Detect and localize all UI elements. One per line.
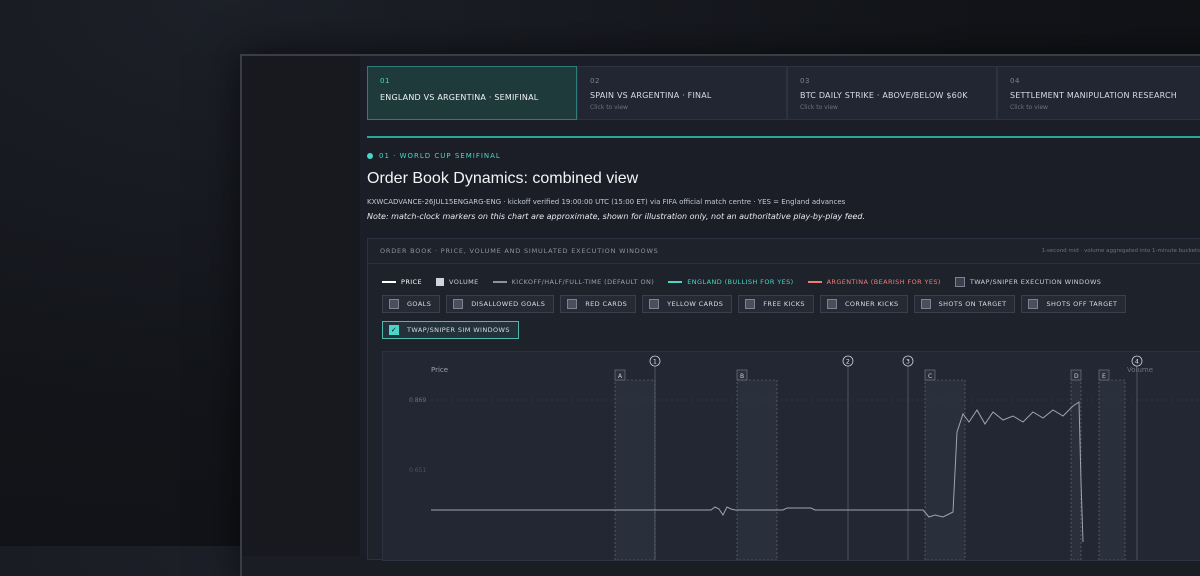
- scenario-tabs: 01 ENGLAND VS ARGENTINA · SEMIFINAL 02 S…: [367, 66, 1200, 120]
- window-label: D: [1074, 373, 1079, 380]
- y-tick: 0.869: [409, 397, 426, 404]
- legend-argentina: ARGENTINA (BEARISH FOR YES): [807, 278, 941, 286]
- checkbox-icon: [649, 299, 660, 309]
- tab-number: 04: [1010, 77, 1020, 85]
- twap-window: [736, 379, 778, 561]
- filter-corner-kicks[interactable]: CORNER KICKS: [819, 295, 908, 313]
- legend-volume: VOLUME: [436, 278, 479, 286]
- tab-title: SETTLEMENT MANIPULATION RESEARCH: [1010, 91, 1177, 100]
- legend-swatch: [954, 277, 965, 287]
- sim-filters: ✓ TWAP/SNIPER SIM WINDOWS: [382, 321, 525, 339]
- filter-label: TWAP/SNIPER SIM WINDOWS: [407, 326, 510, 334]
- panel-caption: 1-second mid · volume aggregated into 1-…: [1041, 248, 1200, 254]
- legend-label: ENGLAND (BULLISH FOR YES): [687, 278, 794, 286]
- filter-label: SHOTS ON TARGET: [938, 300, 1007, 308]
- filter-goals[interactable]: GOALS: [382, 295, 441, 313]
- checkbox-icon: [745, 299, 756, 309]
- checkbox-icon: [920, 299, 931, 309]
- checkbox-icon: [389, 299, 399, 309]
- chart-panel: ORDER BOOK · PRICE, VOLUME AND SIMULATED…: [367, 238, 1200, 561]
- y-axis-label: Price: [431, 366, 448, 374]
- legend-label: PRICE: [401, 278, 422, 286]
- section-divider: [367, 136, 1200, 138]
- legend-swatch: [807, 281, 822, 283]
- y2-axis-label: Volume: [1127, 366, 1153, 374]
- event-marker-label: 1: [653, 359, 657, 366]
- legend-price: PRICE: [382, 278, 422, 286]
- filter-shots-off-target[interactable]: SHOTS OFF TARGET: [1021, 295, 1127, 313]
- event-markers: 1 2 3 4: [649, 355, 1143, 560]
- twap-window: [614, 379, 656, 561]
- filter-label: RED CARDS: [585, 300, 628, 308]
- panel-title: ORDER BOOK · PRICE, VOLUME AND SIMULATED…: [380, 247, 659, 255]
- filter-shots-on-target[interactable]: SHOTS ON TARGET: [913, 295, 1016, 313]
- window-label: B: [740, 373, 744, 380]
- legend-label: ARGENTINA (BEARISH FOR YES): [826, 278, 941, 286]
- check-icon: ✓: [389, 325, 399, 335]
- event-marker-label: 2: [846, 359, 850, 366]
- checkbox-icon: [826, 299, 837, 309]
- twap-window: [924, 379, 966, 561]
- legend-swatch: [436, 278, 444, 286]
- chart-svg: Price Volume 0.869 0.651 ABCDE 1234: [409, 355, 1200, 561]
- event-marker-label: 4: [1135, 359, 1139, 366]
- tab-number: 01: [380, 77, 390, 85]
- tab-hint: Click to view: [800, 104, 838, 111]
- filter-disallowed-goals[interactable]: DISALLOWED GOALS: [446, 295, 555, 313]
- eyebrow-text: 01 · WORLD CUP SEMIFINAL: [379, 152, 501, 160]
- window-label: E: [1102, 373, 1106, 380]
- checkbox-icon: [1028, 299, 1039, 309]
- legend-label: TWAP/SNIPER EXECUTION WINDOWS: [969, 278, 1102, 286]
- eyebrow-dot-icon: [367, 153, 373, 159]
- page-title: Order Book Dynamics: combined view: [367, 170, 639, 187]
- section-eyebrow: 01 · WORLD CUP SEMIFINAL: [367, 152, 501, 160]
- filter-label: SHOTS OFF TARGET: [1046, 300, 1118, 308]
- filter-free-kicks[interactable]: FREE KICKS: [738, 295, 814, 313]
- twap-window: [1098, 379, 1126, 561]
- filter-label: DISALLOWED GOALS: [471, 300, 546, 308]
- checkbox-icon: [453, 299, 464, 309]
- legend-england: ENGLAND (BULLISH FOR YES): [668, 278, 793, 286]
- tab-title: ENGLAND VS ARGENTINA · SEMIFINAL: [380, 93, 539, 102]
- tab-hint: Click to view: [1010, 104, 1048, 111]
- legend-label: VOLUME: [449, 278, 479, 286]
- tab-spain-argentina[interactable]: 02 SPAIN VS ARGENTINA · FINAL Click to v…: [577, 66, 787, 120]
- filter-label: FREE KICKS: [763, 300, 805, 308]
- checkbox-icon: [567, 299, 578, 309]
- window-label: C: [928, 373, 932, 380]
- twap-windows: ABCDE: [614, 369, 1126, 561]
- filter-label: CORNER KICKS: [844, 300, 899, 308]
- disclaimer-note: Note: match-clock markers on this chart …: [367, 212, 866, 221]
- tab-title: BTC DAILY STRIKE · ABOVE/BELOW $60K: [800, 91, 968, 100]
- legend-swatch: [492, 281, 507, 283]
- legend-twap: TWAP/SNIPER EXECUTION WINDOWS: [954, 277, 1102, 287]
- chart-legend: PRICE VOLUME KICKOFF/HALF/FULL-TIME (DEF…: [382, 277, 1115, 287]
- filter-twap-sniper[interactable]: ✓ TWAP/SNIPER SIM WINDOWS: [382, 321, 519, 339]
- legend-kickoff: KICKOFF/HALF/FULL-TIME (DEFAULT ON): [492, 278, 655, 286]
- filter-yellow-cards[interactable]: YELLOW CARDS: [642, 295, 733, 313]
- legend-swatch: [382, 281, 396, 283]
- screen-margin: [242, 56, 360, 556]
- market-meta: KXWCADVANCE-26JUL15ENGARG-ENG · kickoff …: [367, 198, 846, 206]
- filter-label: YELLOW CARDS: [667, 300, 724, 308]
- panel-header: ORDER BOOK · PRICE, VOLUME AND SIMULATED…: [368, 239, 1200, 264]
- tab-title: SPAIN VS ARGENTINA · FINAL: [590, 91, 712, 100]
- tab-hint: Click to view: [590, 104, 628, 111]
- y-tick: 0.651: [409, 467, 426, 474]
- tab-number: 02: [590, 77, 600, 85]
- tab-england-argentina[interactable]: 01 ENGLAND VS ARGENTINA · SEMIFINAL: [367, 66, 577, 120]
- legend-label: KICKOFF/HALF/FULL-TIME (DEFAULT ON): [511, 278, 655, 286]
- tab-settlement-research[interactable]: 04 SETTLEMENT MANIPULATION RESEARCH Clic…: [997, 66, 1200, 120]
- event-filters: GOALS DISALLOWED GOALS RED CARDS YELLOW …: [382, 295, 1132, 313]
- filter-label: GOALS: [407, 300, 432, 308]
- event-marker-label: 3: [906, 359, 910, 366]
- tab-btc-strike[interactable]: 03 BTC DAILY STRIKE · ABOVE/BELOW $60K C…: [787, 66, 997, 120]
- legend-swatch: [668, 281, 683, 283]
- tab-number: 03: [800, 77, 810, 85]
- filter-red-cards[interactable]: RED CARDS: [560, 295, 637, 313]
- price-chart: Price Volume 0.869 0.651 ABCDE 1234: [382, 351, 1200, 561]
